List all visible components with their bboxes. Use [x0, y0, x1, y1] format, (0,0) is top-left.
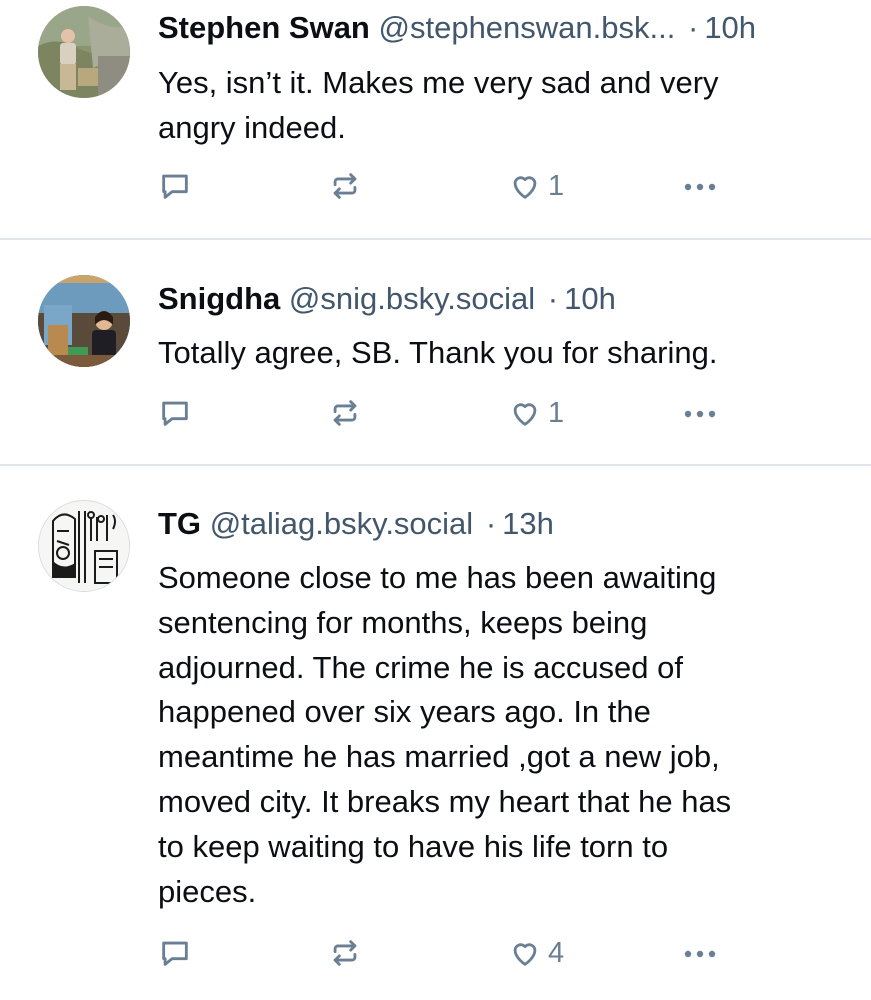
- author-name[interactable]: TG: [158, 506, 201, 541]
- post-actions: 4: [158, 933, 728, 973]
- avatar-photo-icon: [38, 6, 130, 98]
- post-actions: 1: [158, 166, 728, 206]
- author-handle[interactable]: @snig.bsky.social: [289, 281, 535, 316]
- separator-dot: ·: [547, 281, 559, 316]
- repost-button[interactable]: [328, 933, 362, 973]
- heart-icon: [513, 176, 537, 199]
- more-options-button[interactable]: [680, 166, 720, 206]
- author-handle[interactable]: @stephenswan.bsk...: [379, 10, 676, 45]
- reply-icon: [162, 941, 188, 966]
- more-options-icon: [684, 950, 716, 958]
- post-text: Totally agree, SB. Thank you for sharing…: [158, 331, 838, 376]
- more-options-icon: [684, 183, 716, 191]
- author-handle[interactable]: @taliag.bsky.social: [210, 506, 474, 541]
- heart-icon: [513, 403, 537, 426]
- post-text-line: pieces.: [158, 873, 257, 909]
- reply-icon: [162, 401, 188, 426]
- author-name[interactable]: Stephen Swan: [158, 10, 370, 45]
- post-text-line: Yes, isn’t it. Makes me very sad and ver…: [158, 65, 719, 100]
- separator-dot: ·: [687, 10, 699, 45]
- more-options-button[interactable]: [680, 393, 720, 433]
- avatar[interactable]: [38, 500, 130, 592]
- post-text-line: happened over six years ago. In the: [158, 694, 651, 730]
- like-count: 1: [548, 397, 565, 429]
- post-header: Snigdha @snig.bsky.social · 10h: [158, 279, 851, 319]
- post-text-line: moved city. It breaks my heart that he h…: [158, 783, 732, 819]
- post-text-line: sentencing for months, keeps being: [158, 604, 648, 640]
- heart-icon: [513, 943, 537, 966]
- repost-button[interactable]: [328, 393, 362, 433]
- like-button[interactable]: 1: [508, 393, 564, 433]
- post-text: Someone close to me has been awaiting se…: [158, 556, 838, 914]
- like-button[interactable]: 1: [508, 166, 564, 206]
- post-text-line: adjourned. The crime he is accused of: [158, 649, 684, 685]
- post-text-line: Totally agree, SB. Thank you for sharing…: [158, 335, 718, 370]
- like-button[interactable]: 4: [508, 933, 564, 973]
- more-options-button[interactable]: [680, 933, 720, 973]
- reply-button[interactable]: [158, 393, 192, 433]
- post-time[interactable]: 10h: [704, 10, 756, 45]
- more-options-icon: [684, 410, 716, 418]
- post-text-line: to keep waiting to have his life torn to: [158, 828, 669, 864]
- repost-icon: [333, 173, 357, 199]
- post-snigdha[interactable]: Snigdha @snig.bsky.social · 10h Totally a…: [0, 240, 871, 464]
- avatar[interactable]: [38, 6, 130, 98]
- post-header: TG @taliag.bsky.social · 13h: [158, 504, 851, 544]
- repost-button[interactable]: [328, 166, 362, 206]
- repost-icon: [333, 400, 357, 426]
- post-stephen-swan[interactable]: Stephen Swan @stephenswan.bsk... · 10h Ye…: [0, 0, 871, 238]
- reply-icon: [162, 174, 188, 199]
- post-actions: 1: [158, 393, 728, 433]
- like-count: 1: [548, 170, 565, 202]
- avatar-photo-icon: [38, 275, 130, 367]
- post-text-line: Someone close to me has been awaiting: [158, 560, 717, 595]
- post-time[interactable]: 10h: [564, 281, 616, 316]
- post-text-line: angry indeed.: [158, 109, 346, 145]
- avatar-drawing-icon: [39, 501, 129, 591]
- post-text: Yes, isn’t it. Makes me very sad and ver…: [158, 61, 838, 151]
- reply-button[interactable]: [158, 166, 192, 206]
- like-count: 4: [548, 937, 565, 969]
- separator-dot: ·: [485, 506, 497, 541]
- post-text-line: meantime he has married ,got a new job,: [158, 739, 720, 775]
- reply-button[interactable]: [158, 933, 192, 973]
- post-tg[interactable]: TG @taliag.bsky.social · 13h Someone clos…: [0, 466, 871, 1000]
- author-name[interactable]: Snigdha: [158, 281, 280, 316]
- post-header: Stephen Swan @stephenswan.bsk... · 10h: [158, 8, 851, 48]
- avatar[interactable]: [38, 275, 130, 367]
- post-time[interactable]: 13h: [502, 506, 554, 541]
- repost-icon: [333, 940, 357, 966]
